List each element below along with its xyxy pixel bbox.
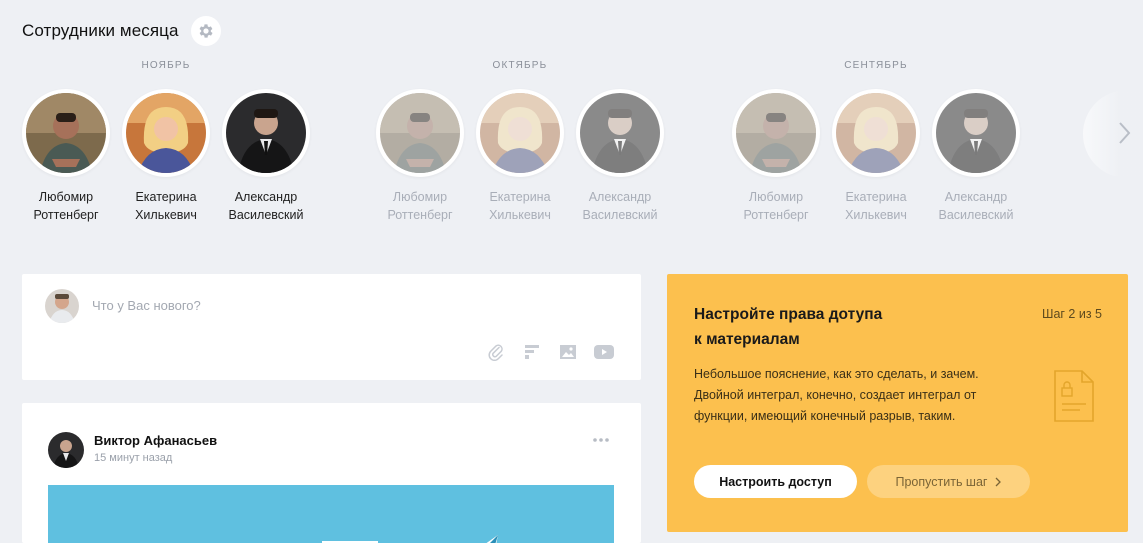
chevron-right-icon	[996, 477, 1002, 486]
month-label: ОКТЯБРЬ	[492, 60, 548, 71]
poll-icon	[525, 345, 539, 359]
section-header: Сотрудники месяца	[22, 16, 221, 46]
month-label: НОЯБРЬ	[141, 60, 191, 71]
employee-card[interactable]: Александр Василевский	[216, 89, 316, 224]
month-label: СЕНТЯБРЬ	[844, 60, 908, 71]
avatar	[226, 93, 306, 173]
chevron-right-icon[interactable]	[1117, 120, 1133, 146]
employee-name: Любомир Роттенберг	[387, 190, 453, 222]
paperclip-icon	[488, 344, 503, 361]
onboarding-title: Настройте права дотупа к материалам	[694, 306, 883, 348]
skip-step-label: Пропустить шаг	[895, 474, 988, 489]
skip-step-button[interactable]: Пропустить шаг	[867, 465, 1030, 498]
video-icon	[594, 345, 614, 359]
employee-name: Любомир Роттенберг	[743, 190, 809, 222]
avatar	[936, 93, 1016, 173]
month-group-september: СЕНТЯБРЬ Любомир Роттенберг Екатерина Хиль…	[726, 60, 1026, 224]
avatar	[126, 93, 206, 173]
month-group-october: ОКТЯБРЬ Любомир Роттенберг Екатерина Хильк…	[370, 60, 670, 224]
onboarding-card: Настройте права дотупа к материалам Шаг 2…	[667, 274, 1128, 532]
employee-name: Александр Василевский	[228, 190, 304, 222]
employee-card[interactable]: Любомир Роттенберг	[16, 89, 116, 224]
video-button[interactable]	[593, 342, 615, 362]
author-avatar[interactable]	[48, 432, 84, 468]
image-icon	[560, 345, 576, 359]
employee-name: Екатерина Хилькевич	[489, 190, 551, 222]
employee-card[interactable]: Екатерина Хилькевич	[826, 89, 926, 224]
avatar	[736, 93, 816, 173]
feed-post: Виктор Афанасьев 15 минут назад	[22, 403, 641, 543]
configure-access-button[interactable]: Настроить доступ	[694, 465, 857, 498]
composer-toolbar	[485, 342, 615, 362]
employee-name: Екатерина Хилькевич	[845, 190, 907, 222]
avatar	[580, 93, 660, 173]
settings-button[interactable]	[190, 16, 221, 46]
composer-input[interactable]	[92, 298, 592, 313]
locked-document-icon	[1054, 370, 1094, 422]
avatar	[380, 93, 460, 173]
avatar	[480, 93, 560, 173]
post-author-name[interactable]: Виктор Афанасьев	[94, 433, 217, 448]
onboarding-step: Шаг 2 из 5	[1041, 307, 1102, 321]
employee-card[interactable]: Екатерина Хилькевич	[116, 89, 216, 224]
employee-name: Александр Василевский	[582, 190, 658, 222]
employee-card[interactable]: Александр Василевский	[926, 89, 1026, 224]
employee-name: Любомир Роттенберг	[33, 190, 99, 222]
onboarding-description: Небольшое пояснение, как это сделать, и …	[694, 367, 979, 423]
page: Сотрудники месяца НОЯБРЬ Любомир Роттенбе…	[0, 0, 1143, 543]
employee-name: Александр Василевский	[938, 190, 1014, 222]
more-options-icon[interactable]	[591, 435, 611, 445]
employee-card[interactable]: Александр Василевский	[570, 89, 670, 224]
employee-card[interactable]: Любомир Роттенберг	[370, 89, 470, 224]
section-title: Сотрудники месяца	[22, 21, 179, 40]
gear-icon	[199, 24, 213, 38]
user-avatar[interactable]	[45, 289, 79, 323]
avatar	[836, 93, 916, 173]
employee-card[interactable]: Екатерина Хилькевич	[470, 89, 570, 224]
employee-card[interactable]: Любомир Роттенберг	[726, 89, 826, 224]
poll-button[interactable]	[521, 342, 543, 362]
post-composer	[22, 274, 641, 380]
post-image[interactable]	[48, 485, 614, 543]
attach-button[interactable]	[485, 342, 507, 362]
photo-button[interactable]	[557, 342, 579, 362]
avatar	[26, 93, 106, 173]
month-group-november: НОЯБРЬ Любомир Роттенберг Екатерина Хильке…	[16, 60, 316, 224]
post-timestamp: 15 минут назад	[94, 452, 173, 464]
employee-name: Екатерина Хилькевич	[135, 190, 197, 222]
carousel-edge-fade	[1082, 90, 1143, 230]
